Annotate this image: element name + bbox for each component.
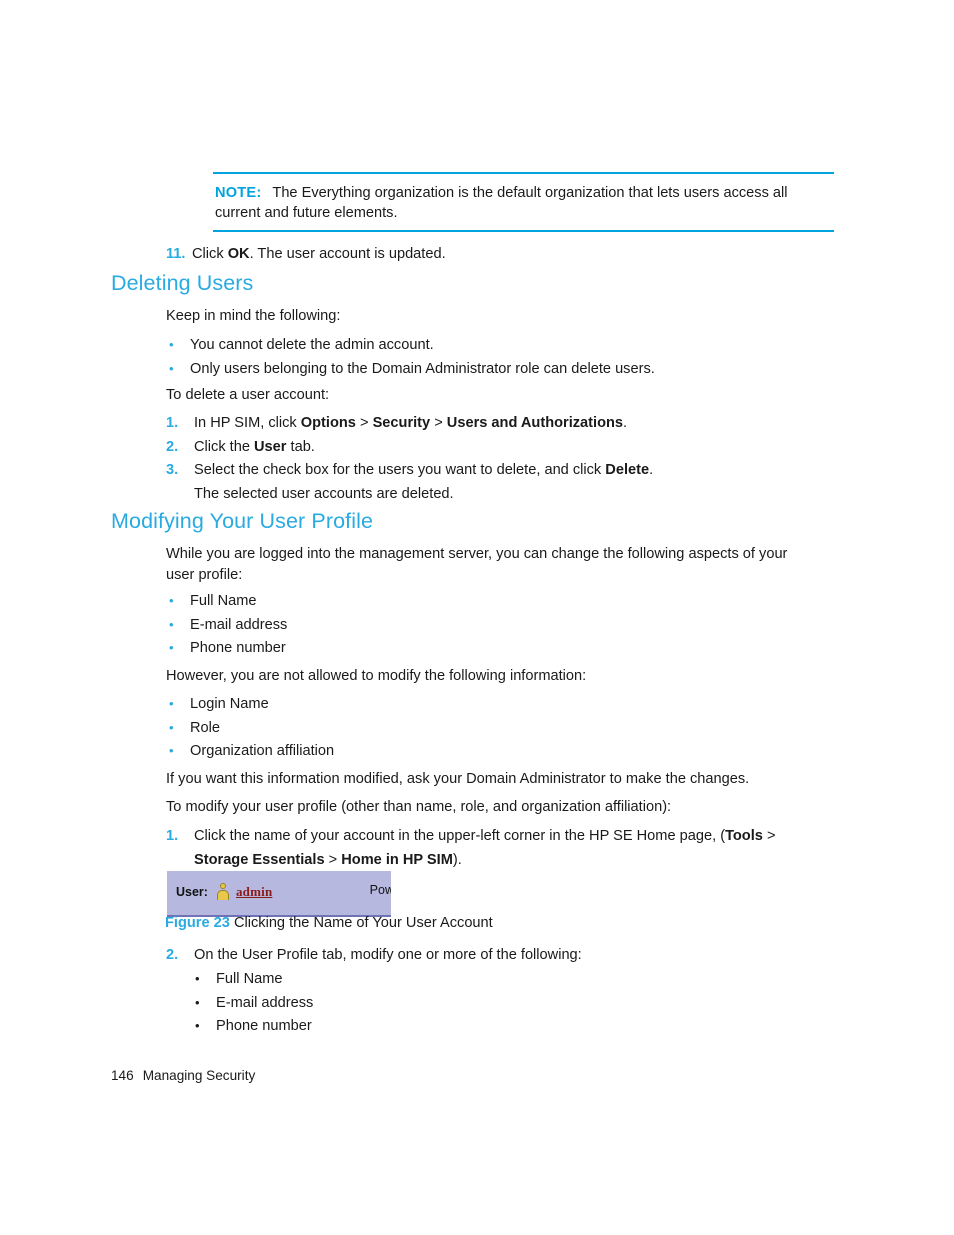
step-number: 2.: [166, 438, 179, 455]
step-continuation: The selected user accounts are deleted.: [194, 485, 454, 502]
step-text: Click the User tab.: [194, 438, 315, 455]
note-text: The Everything organization is the defau…: [215, 185, 788, 221]
figure-truncated-text: Pow: [369, 883, 391, 897]
list-item: 2. On the User Profile tab, modify one or…: [166, 944, 846, 968]
note-body: NOTE: The Everything organization is the …: [213, 174, 834, 230]
step-text: In HP SIM, click Options > Security > Us…: [194, 415, 628, 431]
page-heading-deleting-users: Deleting Users: [111, 271, 254, 295]
modifying-profile-step-2: 2. On the User Profile tab, modify one or…: [166, 944, 846, 968]
figure-number: Figure 23: [165, 915, 230, 931]
editable-fields-bullets: Full Name E-mail address Phone number: [167, 589, 287, 661]
modifying-profile-lead-in: To modify your user profile (other than …: [166, 799, 672, 815]
list-item: Only users belonging to the Domain Admin…: [167, 357, 655, 382]
step-number: 2.: [166, 947, 179, 963]
list-item: 2. Click the User tab.: [166, 436, 826, 460]
list-item: Role: [167, 716, 334, 741]
figure-user-label: User:: [176, 884, 208, 899]
footer-page-number: 146: [111, 1068, 134, 1083]
intro-line-1: While you are logged into the management…: [166, 546, 788, 562]
list-item: Phone number: [193, 1014, 313, 1039]
person-icon: [217, 883, 230, 900]
restriction-intro: However, you are not allowed to modify t…: [166, 668, 587, 684]
figure-caption-text: Clicking the Name of Your User Account: [233, 915, 493, 931]
step-text-post: . The user account is updated.: [249, 246, 446, 262]
deleting-users-steps: 1. In HP SIM, click Options > Security > …: [166, 412, 826, 506]
document-page: NOTE: The Everything organization is the …: [0, 0, 954, 1235]
list-item: 3. Select the check box for the users you…: [166, 459, 826, 506]
list-item: 1. Click the name of your account in the …: [166, 825, 846, 872]
step-number: 1.: [166, 415, 179, 431]
list-item: E-mail address: [193, 991, 313, 1016]
list-item: Full Name: [167, 589, 287, 614]
list-item: 11. Click OK. The user account is updated…: [166, 243, 816, 267]
modifying-profile-intro: While you are logged into the management…: [166, 544, 846, 586]
list-item: Phone number: [167, 636, 287, 661]
list-item: 1. In HP SIM, click Options > Security > …: [166, 412, 826, 436]
step-number: 1.: [166, 828, 179, 844]
deleting-users-intro: Keep in mind the following:: [166, 308, 341, 324]
list-item: Full Name: [193, 967, 313, 992]
step-text-bold: OK: [227, 246, 250, 262]
list-item: E-mail address: [167, 613, 287, 638]
note-label: NOTE:: [215, 185, 262, 201]
deleting-users-lead-in: To delete a user account:: [166, 387, 330, 403]
step-11-list: 11. Click OK. The user account is updated…: [166, 243, 816, 267]
note-bottom-rule: [213, 230, 834, 232]
step-text-pre: Click: [192, 246, 228, 262]
figure-caption: Figure 23 Clicking the Name of Your User…: [165, 915, 493, 931]
note-admonition: NOTE: The Everything organization is the …: [213, 172, 834, 232]
page-footer: 146 Managing Security: [111, 1068, 255, 1083]
figure-user-row: User: admin: [176, 883, 272, 900]
list-item: Organization affiliation: [167, 739, 334, 764]
step-number: 11.: [166, 246, 186, 262]
admin-account-link[interactable]: admin: [236, 884, 272, 900]
step-text: On the User Profile tab, modify one or m…: [194, 947, 582, 963]
deleting-users-bullets: You cannot delete the admin account. Onl…: [167, 333, 655, 382]
step-text-line-2: Storage Essentials > Home in HP SIM).: [194, 851, 462, 868]
restricted-fields-bullets: Login Name Role Organization affiliation: [167, 692, 334, 764]
footer-chapter-title: Managing Security: [142, 1068, 256, 1083]
list-item: You cannot delete the admin account.: [167, 333, 655, 358]
figure-screenshot: User: admin Pow: [167, 871, 391, 917]
intro-line-2: user profile:: [166, 567, 243, 583]
modifying-profile-step-1: 1. Click the name of your account in the …: [166, 825, 846, 872]
list-item: Login Name: [167, 692, 334, 717]
page-heading-modifying-profile: Modifying Your User Profile: [111, 509, 374, 533]
admin-note-text: If you want this information modified, a…: [166, 771, 750, 787]
step-text: Click the name of your account in the up…: [194, 828, 776, 844]
step-2-sub-bullets: Full Name E-mail address Phone number: [193, 967, 313, 1039]
step-text: Select the check box for the users you w…: [194, 462, 654, 478]
step-number: 3.: [166, 462, 179, 478]
